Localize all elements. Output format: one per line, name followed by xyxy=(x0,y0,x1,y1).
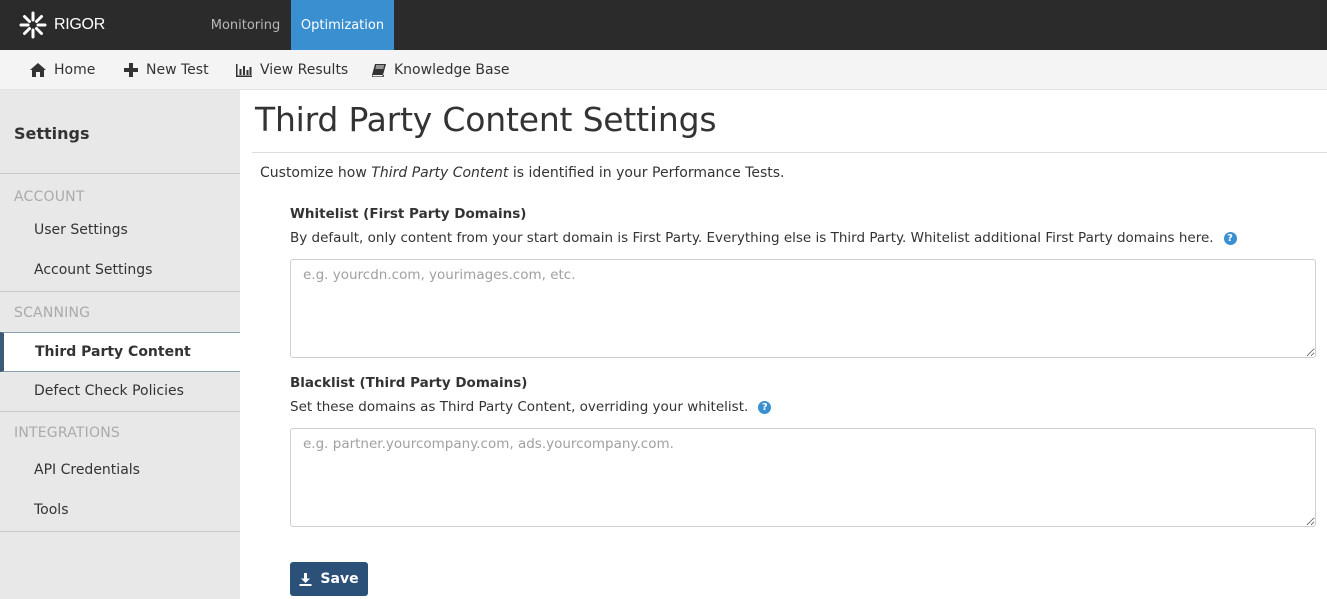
save-button-label: Save xyxy=(320,571,359,587)
nav-home[interactable]: Home xyxy=(30,50,95,90)
whitelist-help: By default, only content from your start… xyxy=(290,230,1237,246)
sidebar-divider xyxy=(0,173,240,174)
save-button[interactable]: Save xyxy=(290,562,368,596)
help-icon[interactable]: ? xyxy=(1223,231,1237,245)
rigor-logo[interactable]: RIGOR xyxy=(18,10,105,40)
tab-optimization[interactable]: Optimization xyxy=(291,0,394,50)
help-icon[interactable]: ? xyxy=(758,400,772,414)
bar-chart-icon xyxy=(236,63,252,77)
nav-knowledge-base[interactable]: Knowledge Base xyxy=(372,50,510,90)
settings-sidebar: Settings ACCOUNT User Settings Account S… xyxy=(0,90,240,599)
sidebar-divider xyxy=(0,531,240,532)
intro-text-emphasis: Third Party Content xyxy=(371,165,509,181)
blacklist-input[interactable] xyxy=(290,428,1316,527)
nav-view-results-label: View Results xyxy=(260,62,349,78)
blacklist-help-text: Set these domains as Third Party Content… xyxy=(290,399,749,415)
nav-home-label: Home xyxy=(54,62,96,78)
plus-icon xyxy=(124,63,138,77)
book-icon xyxy=(372,63,386,77)
page-title: Third Party Content Settings xyxy=(255,100,717,139)
nav-new-test[interactable]: New Test xyxy=(124,50,209,90)
intro-text-before: Customize how xyxy=(260,165,372,181)
intro-text-after: is identified in your Performance Tests. xyxy=(508,165,785,181)
sidebar-item-account-settings[interactable]: Account Settings xyxy=(0,250,240,290)
sidebar-divider xyxy=(0,291,240,292)
nav-new-test-label: New Test xyxy=(146,62,209,78)
sidebar-item-tools[interactable]: Tools xyxy=(0,490,240,530)
blacklist-help: Set these domains as Third Party Content… xyxy=(290,399,772,415)
sidebar-item-third-party-content[interactable]: Third Party Content xyxy=(0,332,240,372)
intro-text: Customize how Third Party Content is ide… xyxy=(260,165,785,181)
whitelist-help-text: By default, only content from your start… xyxy=(290,230,1214,246)
sidebar-title: Settings xyxy=(14,124,90,143)
title-divider xyxy=(252,152,1327,153)
home-icon xyxy=(30,63,46,77)
sidebar-item-user-settings[interactable]: User Settings xyxy=(0,210,240,250)
tab-monitoring[interactable]: Monitoring xyxy=(200,0,291,50)
whitelist-label: Whitelist (First Party Domains) xyxy=(290,206,527,222)
sidebar-item-defect-check-policies[interactable]: Defect Check Policies xyxy=(0,371,240,411)
section-label-scanning: SCANNING xyxy=(14,305,91,321)
top-bar: RIGOR Monitoring Optimization xyxy=(0,0,1327,50)
nav-view-results[interactable]: View Results xyxy=(236,50,348,90)
rigor-logo-icon xyxy=(19,11,47,39)
logo-text: RIGOR xyxy=(54,16,105,33)
secondary-nav: Home New Test View Results Knowledge Bas… xyxy=(0,50,1327,90)
section-label-integrations: INTEGRATIONS xyxy=(14,425,120,441)
sidebar-item-api-credentials[interactable]: API Credentials xyxy=(0,450,240,490)
section-label-account: ACCOUNT xyxy=(14,189,85,205)
blacklist-label: Blacklist (Third Party Domains) xyxy=(290,375,528,391)
download-icon xyxy=(299,572,312,586)
nav-knowledge-base-label: Knowledge Base xyxy=(394,62,510,78)
sidebar-divider xyxy=(0,411,240,412)
whitelist-input[interactable] xyxy=(290,259,1316,358)
